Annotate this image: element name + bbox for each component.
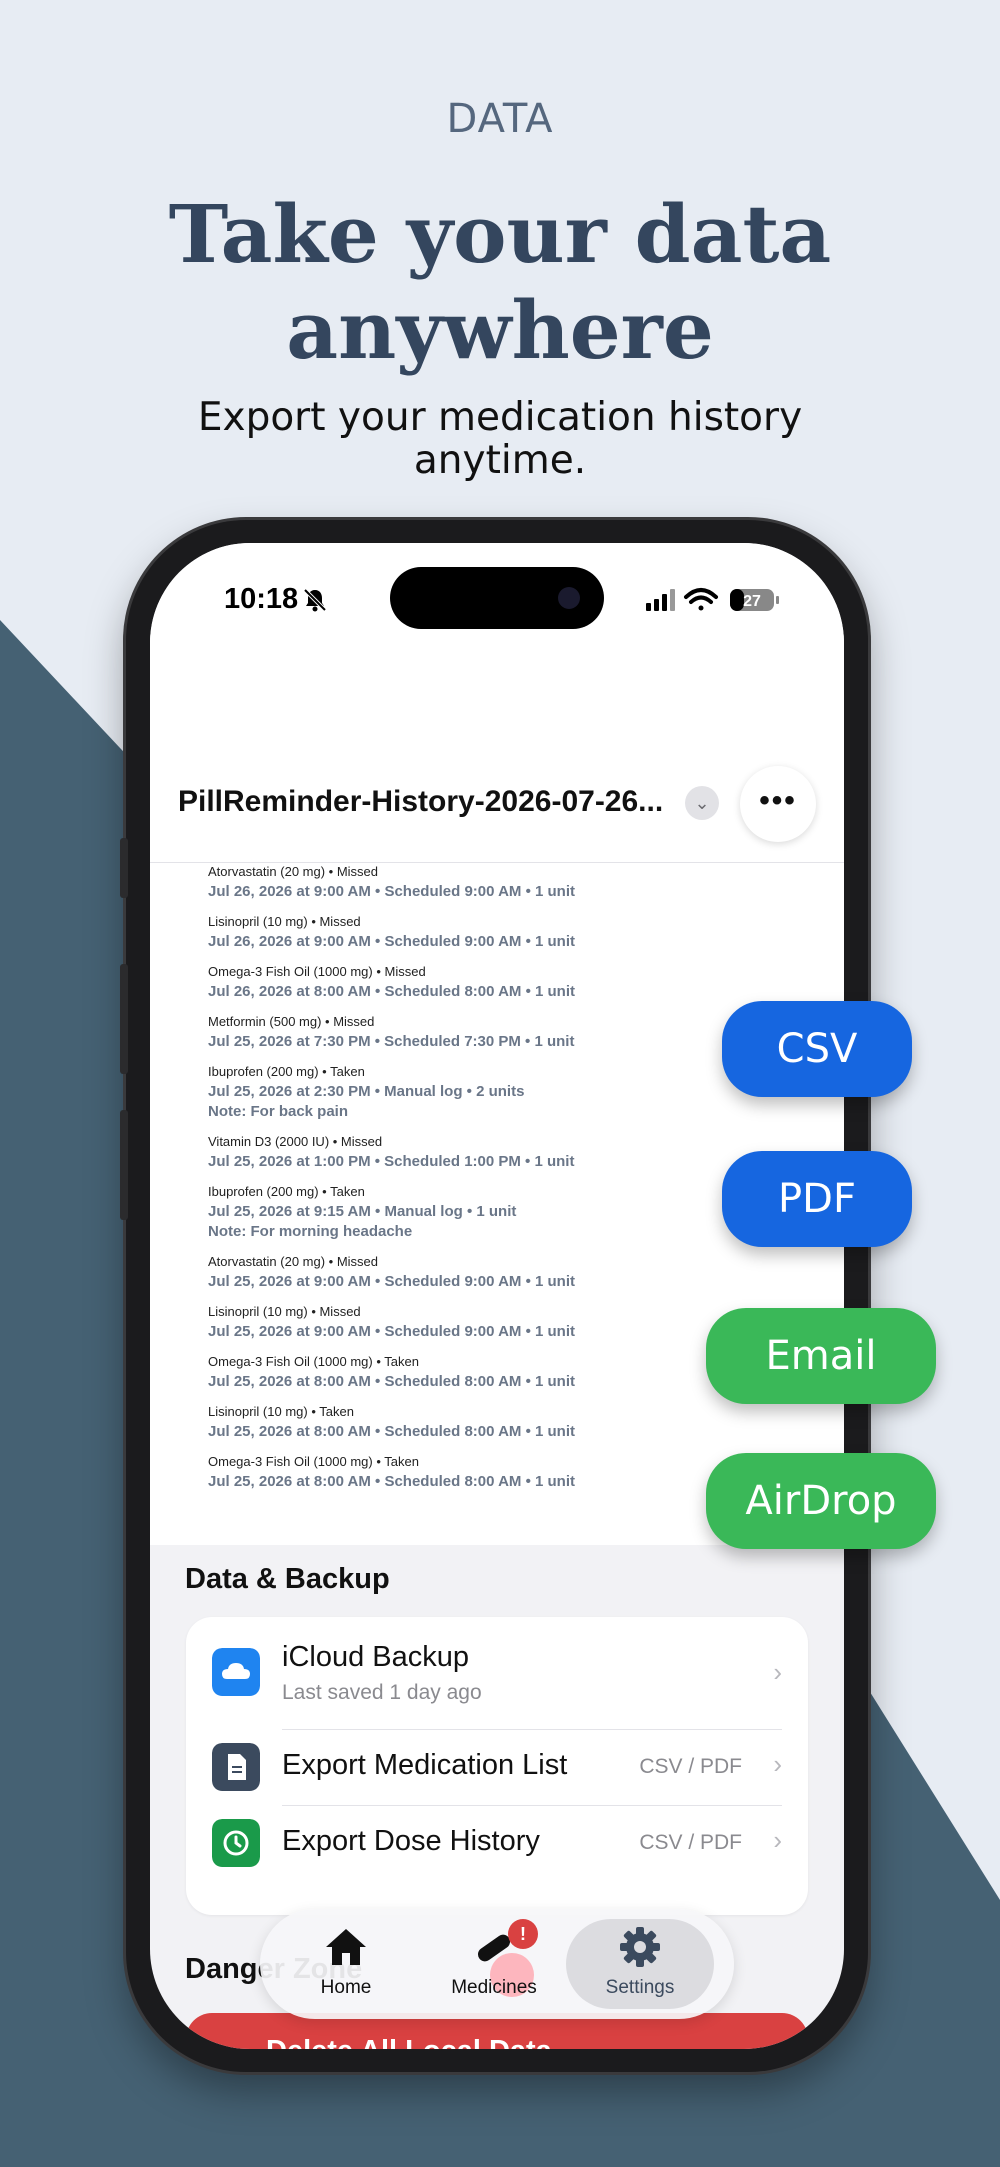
- notification-badge: !: [508, 1919, 538, 1949]
- chevron-down-icon[interactable]: ⌄: [685, 786, 719, 820]
- log-entry: Atorvastatin (20 mg) • Missed Jul 25, 202…: [208, 1253, 844, 1303]
- export-medication-list-format: CSV / PDF: [639, 1755, 742, 1778]
- delete-all-data-label: Delete All Local Data: [266, 2035, 552, 2049]
- log-entry-title: Lisinopril (10 mg) • Missed: [208, 914, 361, 929]
- data-backup-card: iCloud Backup Last saved 1 day ago › Exp…: [186, 1617, 808, 1915]
- tab-settings-label: Settings: [605, 1977, 675, 1998]
- log-entry-detail: Jul 25, 2026 at 8:00 AM • Scheduled 8:00…: [208, 1423, 576, 1440]
- tab-medicines[interactable]: ! Medicines: [420, 1919, 568, 2009]
- tab-medicines-label: Medicines: [451, 1977, 537, 1998]
- chevron-right-icon: ›: [773, 1657, 782, 1687]
- chevron-right-icon: ›: [773, 1825, 782, 1855]
- share-email-button[interactable]: Email: [706, 1308, 936, 1404]
- battery-icon: 27: [730, 589, 779, 611]
- phone-action-button: [120, 838, 128, 898]
- log-entry-detail: Jul 26, 2026 at 9:00 AM • Scheduled 9:00…: [208, 883, 576, 900]
- file-title[interactable]: PillReminder-History-2026-07-26...: [178, 785, 663, 819]
- hero-title: Take your data anywhere: [100, 186, 900, 378]
- share-airdrop-button[interactable]: AirDrop: [706, 1453, 936, 1549]
- tab-settings[interactable]: Settings: [566, 1919, 714, 2009]
- phone-screen: 10:18 27 PillReminder-History-2026-07-26…: [150, 543, 844, 2049]
- hero-subtitle-line: Export your medication history: [197, 395, 803, 440]
- status-icons: 27: [646, 588, 779, 611]
- log-entry-title: Vitamin D3 (2000 IU) • Missed: [208, 1134, 383, 1149]
- log-entry-title: Omega-3 Fish Oil (1000 mg) • Missed: [208, 964, 426, 979]
- log-entry-detail: Jul 26, 2026 at 8:00 AM • Scheduled 8:00…: [208, 983, 576, 1000]
- tab-bar: Home ! Medicines Settings: [260, 1909, 734, 2019]
- hero-subtitle-line: anytime.: [413, 438, 587, 483]
- signal-icon: [646, 589, 675, 611]
- export-csv-button[interactable]: CSV: [722, 1001, 912, 1097]
- log-entry-title: Atorvastatin (20 mg) • Missed: [208, 1254, 378, 1269]
- phone-volume-down: [120, 1110, 128, 1220]
- log-entry-detail: Jul 26, 2026 at 9:00 AM • Scheduled 9:00…: [208, 933, 576, 950]
- tab-home-label: Home: [320, 1977, 372, 1998]
- file-preview-header: PillReminder-History-2026-07-26... ⌄ •••: [150, 743, 844, 863]
- icloud-backup-label: iCloud Backup: [282, 1641, 469, 1673]
- chevron-right-icon: ›: [773, 1749, 782, 1779]
- phone-volume-up: [120, 964, 128, 1074]
- status-bar: 10:18 27: [150, 543, 844, 663]
- log-entry: Atorvastatin (20 mg) • Missed Jul 26, 202…: [208, 863, 844, 913]
- icloud-backup-row[interactable]: iCloud Backup Last saved 1 day ago ›: [186, 1617, 808, 1727]
- log-entry: Lisinopril (10 mg) • Missed Jul 26, 2026 …: [208, 913, 844, 963]
- document-icon: [212, 1743, 260, 1791]
- hero-subtitle: Export your medication history anytime.: [150, 396, 850, 482]
- camera-icon: [558, 587, 580, 609]
- battery-level: 27: [743, 593, 761, 610]
- more-options-button[interactable]: •••: [740, 766, 816, 842]
- wifi-icon: [684, 588, 718, 611]
- tab-home[interactable]: Home: [272, 1919, 420, 2009]
- icloud-backup-status: Last saved 1 day ago: [282, 1681, 482, 1704]
- export-medication-list-label: Export Medication List: [282, 1749, 568, 1781]
- hero-title-line: Take your data: [168, 187, 832, 281]
- export-medication-list-row[interactable]: Export Medication List CSV / PDF ›: [186, 1729, 808, 1805]
- house-icon: [326, 1929, 366, 1965]
- export-pdf-button[interactable]: PDF: [722, 1151, 912, 1247]
- eyebrow-label: DATA: [446, 96, 554, 142]
- log-entry-note: Note: For back pain: [208, 1103, 349, 1120]
- bell-slash-icon: [303, 588, 327, 612]
- data-backup-section-title: Data & Backup: [185, 1563, 390, 1595]
- status-time: 10:18: [224, 583, 299, 615]
- export-dose-history-label: Export Dose History: [282, 1825, 540, 1857]
- gear-icon: [620, 1927, 660, 1967]
- log-entry-title: Lisinopril (10 mg) • Taken: [208, 1404, 354, 1419]
- export-dose-history-format: CSV / PDF: [639, 1831, 742, 1854]
- log-entry-detail: Jul 25, 2026 at 9:00 AM • Scheduled 9:00…: [208, 1273, 576, 1290]
- log-entry: Lisinopril (10 mg) • Taken Jul 25, 2026 a…: [208, 1403, 844, 1453]
- log-entry-title: Atorvastatin (20 mg) • Missed: [208, 864, 378, 879]
- export-dose-history-row[interactable]: Export Dose History CSV / PDF ›: [186, 1805, 808, 1881]
- hero-title-line: anywhere: [286, 283, 714, 377]
- dynamic-island: [390, 567, 604, 629]
- history-icon: [212, 1819, 260, 1867]
- cloud-icon: [212, 1648, 260, 1696]
